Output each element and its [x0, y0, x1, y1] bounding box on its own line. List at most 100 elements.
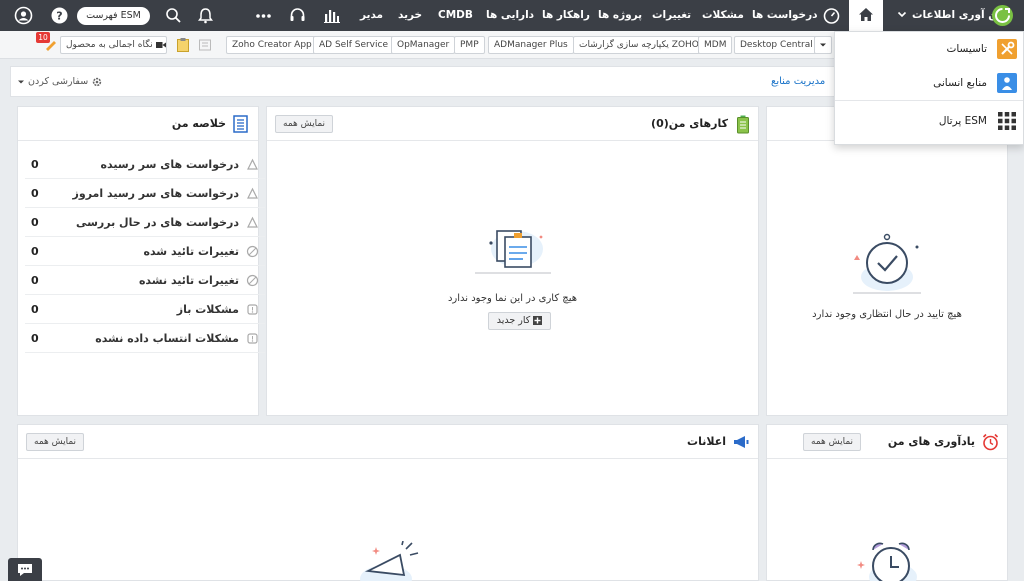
summary-row[interactable]: تغییرات تائید شده 0: [25, 237, 265, 266]
quick-notes-icon[interactable]: [198, 37, 212, 53]
summary-row[interactable]: مشکلات باز 0: [25, 295, 265, 324]
top-navbar: ? فهرست ESM مدیر خرید CMDB دارایی ها راه…: [0, 0, 1024, 31]
summary-row-label: درخواست های در حال بررسی: [75, 216, 239, 229]
my-summary-header: خلاصه من: [18, 107, 258, 141]
summary-row[interactable]: درخواست های در حال بررسی 0: [25, 208, 265, 237]
chip-ad-self-service[interactable]: AD Self Service: [313, 36, 394, 54]
chip-zoho-reports[interactable]: یکپارچه سازی گزارشات ZOHO: [573, 36, 705, 54]
summary-row-label: تغییرات تائید نشده: [138, 274, 239, 287]
home-icon: [859, 8, 873, 21]
esm-list-button[interactable]: فهرست ESM: [77, 7, 150, 25]
my-tasks-widget: کارهای من(0) نمایش همه هیچ کاری در این ن…: [266, 106, 759, 416]
help-icon[interactable]: ?: [50, 6, 69, 25]
reminders-widget: یادآوری های من نمایش همه: [766, 424, 1008, 581]
problem-icon: [247, 333, 258, 344]
summary-row[interactable]: درخواست های سر رسیده 0: [25, 150, 265, 179]
chevron-down-icon: [897, 11, 907, 18]
megaphone-illustration: [360, 541, 419, 581]
summary-row[interactable]: مشکلات انتساب داده نشده 0: [25, 324, 265, 353]
dashboard-icon[interactable]: [822, 6, 841, 25]
caret-down-icon: [820, 43, 826, 47]
nav-problems[interactable]: مشکلات: [702, 0, 744, 31]
more-icon[interactable]: [254, 6, 273, 25]
bell-icon[interactable]: [196, 6, 215, 25]
battery-task-icon: [737, 115, 749, 134]
chip-admanager[interactable]: ADManager Plus: [488, 36, 574, 54]
customize-menu[interactable]: سفارشی کردن: [17, 67, 103, 97]
reports-icon[interactable]: [322, 6, 341, 25]
nav-projects[interactable]: پروژه ها: [598, 0, 642, 31]
clock-illustration: [857, 542, 917, 581]
new-task-label: کار جدید: [496, 315, 531, 326]
summary-row-label: مشکلات باز: [176, 303, 239, 316]
my-tasks-header: کارهای من(0) نمایش همه: [267, 107, 758, 141]
new-task-button[interactable]: کار جدید: [488, 312, 551, 330]
summary-row-label: مشکلات انتساب داده نشده: [95, 332, 239, 345]
dropdown-item-label: پرتال ESM: [938, 115, 987, 127]
announcements-title: اعلانات: [687, 435, 726, 448]
brand-logo-icon: [992, 5, 1013, 26]
change-icon: [246, 245, 259, 258]
nav-cmdb[interactable]: CMDB: [438, 0, 473, 31]
megaphone-icon: [734, 436, 749, 448]
nav-solutions[interactable]: راهکار ها: [542, 0, 590, 31]
product-overview-label: نگاه اجمالی به محصول: [66, 40, 153, 50]
announcements-widget: اعلانات نمایش همه: [17, 424, 759, 581]
request-icon: [247, 216, 258, 228]
search-icon[interactable]: [164, 6, 183, 25]
dropdown-item-label: تاسیسات: [946, 43, 987, 55]
request-icon: [247, 187, 258, 199]
chip-opmanager[interactable]: OpManager: [391, 36, 456, 54]
instance-title[interactable]: فن آوری اطلاعات: [912, 0, 1005, 31]
chips-more-dropdown[interactable]: [814, 36, 832, 54]
approval-check-illustration: [853, 233, 921, 294]
instance-dropdown-menu: تاسیسات منابع انسانی پرتال ESM: [834, 31, 1024, 145]
tasks-empty-message: هیچ کاری در این نما وجود ندارد: [447, 293, 578, 304]
nav-changes[interactable]: تغییرات: [652, 0, 691, 31]
announcements-header: اعلانات نمایش همه: [18, 425, 758, 459]
dropdown-item-facilities[interactable]: تاسیسات: [835, 32, 1023, 66]
nav-requests[interactable]: درخواست ها: [752, 0, 818, 31]
grid-icon: [998, 112, 1016, 130]
chip-pmp[interactable]: PMP: [454, 36, 485, 54]
chat-icon: [18, 564, 32, 576]
nav-assets[interactable]: دارایی ها: [486, 0, 534, 31]
alarm-clock-icon: [982, 433, 999, 451]
plus-icon: [533, 316, 543, 325]
problem-icon: [247, 304, 258, 315]
approvals-widget: هیچ تایید در حال انتظاری وجود ندارد: [766, 106, 1008, 416]
user-icon[interactable]: [14, 6, 33, 25]
summary-list-icon: [233, 115, 248, 133]
pen-icon: [46, 41, 56, 51]
reminders-header: یادآوری های من نمایش همه: [767, 425, 1007, 459]
chat-button[interactable]: [8, 558, 42, 581]
gear-icon: [92, 77, 102, 86]
nav-admin[interactable]: مدیر: [360, 0, 383, 31]
summary-row-count: 0: [31, 274, 39, 287]
tasks-show-all-button[interactable]: نمایش همه: [275, 115, 334, 133]
dropdown-item-esm-portal[interactable]: پرتال ESM: [835, 104, 1023, 138]
headset-icon[interactable]: [288, 6, 307, 25]
video-icon: [155, 41, 166, 48]
chip-mdm[interactable]: MDM: [698, 36, 733, 54]
reminders-show-all-button[interactable]: نمایش همه: [803, 433, 862, 451]
chip-desktop-central[interactable]: Desktop Central: [734, 36, 819, 54]
my-tasks-title: کارهای من(0): [651, 117, 728, 130]
person-icon: [997, 73, 1017, 93]
svg-text:?: ?: [56, 10, 62, 23]
my-summary-title: خلاصه من: [171, 117, 226, 130]
reminders-title: یادآوری های من: [887, 435, 975, 448]
home-tab[interactable]: [849, 0, 883, 31]
chip-zoho-creator[interactable]: Zoho Creator App: [226, 36, 318, 54]
clipboard-icon[interactable]: [176, 37, 190, 53]
summary-row[interactable]: تغییرات تائید نشده 0: [25, 266, 265, 295]
nav-purchase[interactable]: خرید: [398, 0, 422, 31]
summary-row-count: 0: [31, 245, 39, 258]
dropdown-divider: [835, 100, 1023, 101]
summary-row[interactable]: درخواست های سر رسید امروز 0: [25, 179, 265, 208]
announcements-show-all-button[interactable]: نمایش همه: [26, 433, 85, 451]
resource-management-link[interactable]: مدیریت منابع: [771, 67, 825, 97]
request-icon: [247, 158, 258, 170]
product-overview-button[interactable]: نگاه اجمالی به محصول: [60, 36, 167, 54]
dropdown-item-hr[interactable]: منابع انسانی: [835, 66, 1023, 100]
